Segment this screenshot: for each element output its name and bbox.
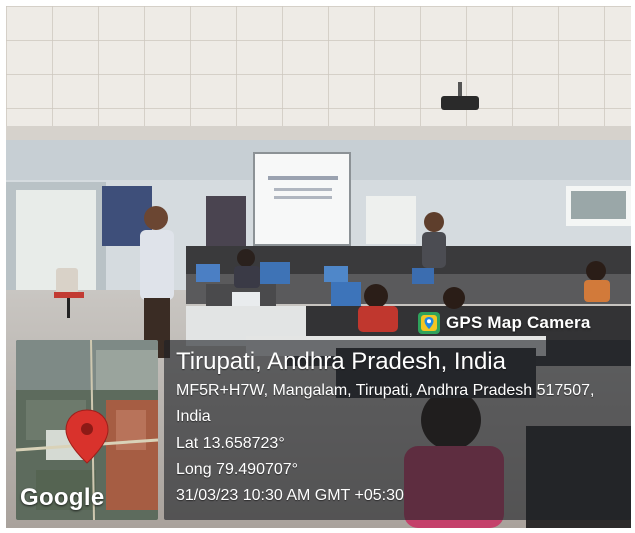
location-title: Tirupati, Andhra Pradesh, India xyxy=(176,348,506,375)
google-map-logo: Google xyxy=(20,484,105,511)
datetime-stamp: 31/03/23 10:30 AM GMT +05:30 xyxy=(176,487,404,504)
latitude-text: Lat 13.658723° xyxy=(176,435,285,452)
app-name: GPS Map Camera xyxy=(446,313,591,332)
longitude-text: Long 79.490707° xyxy=(176,461,299,478)
geotag-info-panel: Tirupati, Andhra Pradesh, India MF5R+H7W… xyxy=(164,340,631,520)
gps-map-camera-badge: GPS Map Camera xyxy=(418,308,630,338)
location-map-thumbnail: Google xyxy=(16,340,158,520)
photo-frame: GPS Map Camera Google Tirupati, Andhra P… xyxy=(6,6,631,528)
address-line-2: India xyxy=(176,408,211,425)
gps-map-camera-icon xyxy=(418,312,440,334)
address-line-1: MF5R+H7W, Mangalam, Tirupati, Andhra Pra… xyxy=(176,382,595,399)
